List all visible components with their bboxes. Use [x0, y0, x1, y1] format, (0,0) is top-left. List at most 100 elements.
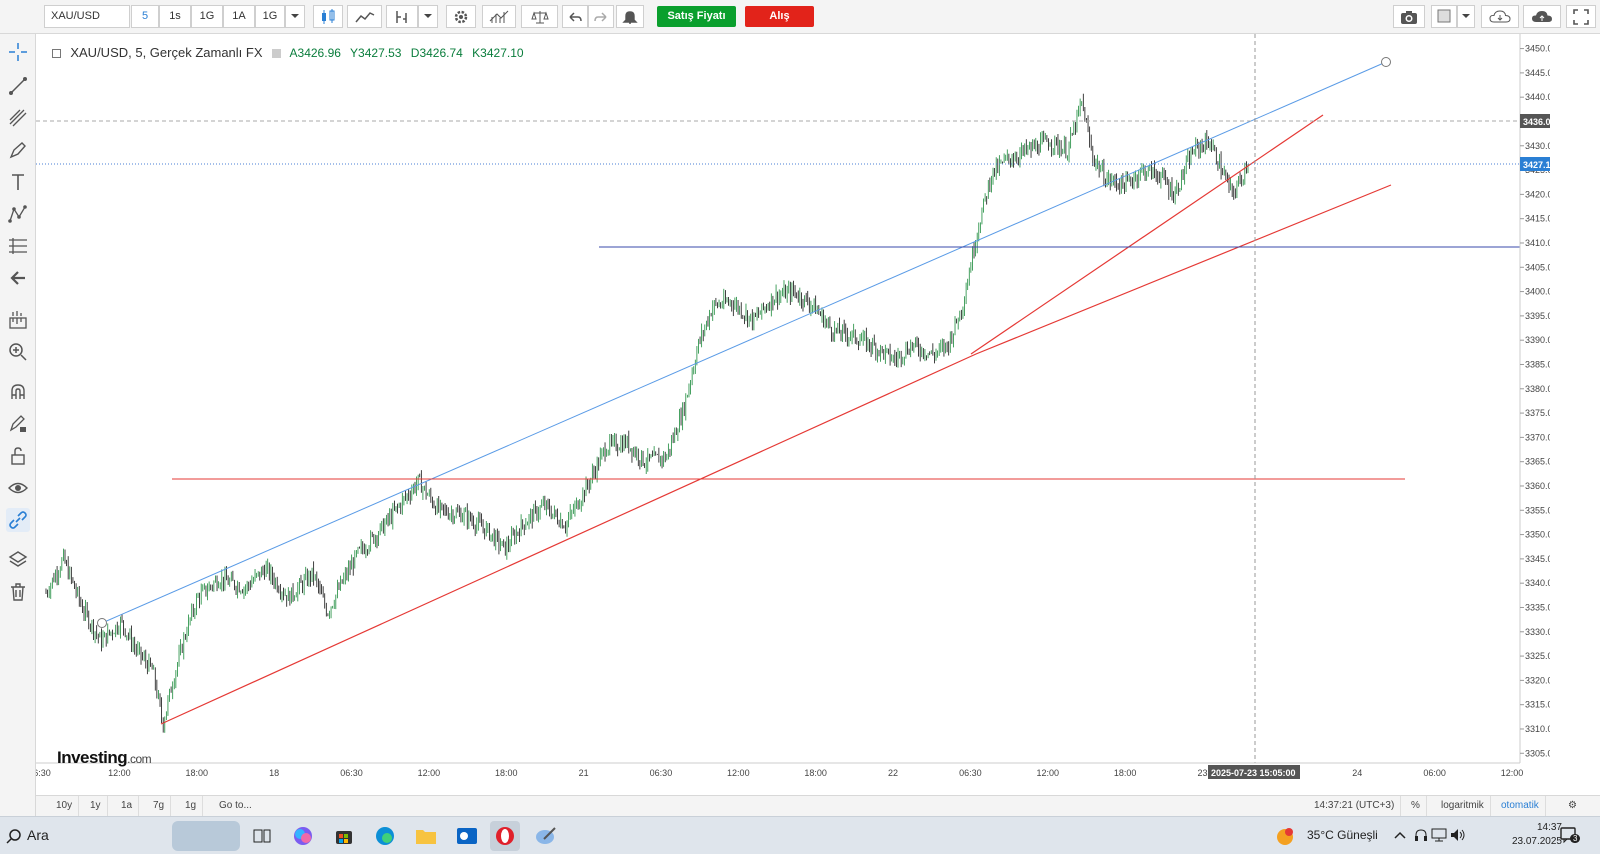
symbol-input[interactable]: XAU/USD	[44, 5, 130, 28]
store-icon[interactable]	[329, 821, 359, 851]
undo-icon[interactable]	[562, 5, 588, 28]
range-1y[interactable]: 1y	[84, 796, 108, 816]
range-7g[interactable]: 7g	[147, 796, 172, 816]
pitchfork-icon[interactable]	[6, 106, 30, 130]
time-tick-label: 12:00	[108, 768, 131, 778]
candles-icon[interactable]	[313, 5, 343, 28]
price-tick-label: 3410.00	[1525, 238, 1550, 248]
candle-series	[45, 93, 1249, 733]
layout-dropdown[interactable]	[1457, 5, 1475, 28]
layout-square-icon[interactable]	[1431, 5, 1457, 28]
trend-channel-upper-line[interactable]	[101, 61, 1387, 624]
arrow-left-icon[interactable]	[6, 266, 30, 290]
lock-icon[interactable]	[6, 444, 30, 468]
interval-1s[interactable]: 1s	[159, 5, 191, 28]
time-axis[interactable]: 6:30 12:00 18:00 18 06:30 12:00 18:00 21 06:30 12…	[36, 768, 1523, 778]
layers-icon[interactable]	[6, 548, 30, 572]
edge-icon[interactable]	[370, 821, 400, 851]
percent-toggle[interactable]: %	[1405, 796, 1427, 816]
weather-text[interactable]: 35°C Güneşli	[1307, 828, 1378, 842]
time-tick-label: 22	[888, 768, 898, 778]
range-1a[interactable]: 1a	[115, 796, 140, 816]
time-tick-label: 23	[1198, 768, 1208, 778]
trendline-icon[interactable]	[6, 74, 30, 98]
price-tick-label: 3375.00	[1525, 408, 1550, 418]
weather-sun-icon[interactable]	[1275, 827, 1295, 847]
sell-button[interactable]: Satış Fiyatı	[657, 6, 736, 27]
range-1g[interactable]: 1g	[179, 796, 204, 816]
price-tick-label: 3340.00	[1525, 578, 1550, 588]
price-tick-label: 3325.00	[1525, 651, 1550, 661]
interval-1g[interactable]: 1G	[191, 5, 223, 28]
crosshair-icon[interactable]	[6, 40, 30, 64]
opera-icon[interactable]	[490, 821, 520, 851]
support-trendline[interactable]	[160, 184, 1392, 725]
pencil-lock-icon[interactable]	[6, 412, 30, 436]
compare-scale-icon[interactable]	[521, 5, 558, 28]
top-toolbar: XAU/USD 5 1s 1G 1A 1G Satış Fiyatı Alış	[0, 0, 1600, 34]
trendline-anchor-end[interactable]	[1381, 57, 1391, 67]
price-tick-label: 3365.00	[1525, 457, 1550, 467]
chart-settings-gear-icon[interactable]: ⚙	[1562, 796, 1583, 816]
notification-bell-icon[interactable]: 3	[1560, 826, 1584, 846]
paint-icon[interactable]	[531, 821, 561, 851]
cloud-upload-icon[interactable]	[1523, 5, 1561, 28]
pattern-icon[interactable]	[6, 202, 30, 226]
interval-5[interactable]: 5	[131, 5, 159, 28]
magnet-icon[interactable]	[6, 380, 30, 404]
investing-logo: Investing.com	[57, 748, 152, 767]
price-tick-label: 3320.00	[1525, 675, 1550, 685]
legend-low: D3426.74	[410, 46, 463, 60]
price-tick-label: 3430.00	[1525, 141, 1550, 151]
camera-icon[interactable]	[1393, 5, 1425, 28]
brush-icon[interactable]	[6, 138, 30, 162]
range-10y[interactable]: 10y	[50, 796, 80, 816]
fib-retracement-icon[interactable]	[6, 234, 30, 258]
taskbar-clock[interactable]: 14:37 23.07.2025	[1512, 821, 1562, 849]
ruler-measure-icon[interactable]	[6, 308, 30, 332]
copilot-icon[interactable]	[288, 821, 318, 851]
outlook-icon[interactable]	[452, 821, 482, 851]
file-explorer-icon[interactable]	[411, 821, 441, 851]
price-chart[interactable]: 3450.003445.003440.003435.003430.003425.…	[36, 34, 1550, 782]
legend-high: Y3427.53	[350, 46, 402, 60]
log-scale-toggle[interactable]: logaritmik	[1435, 796, 1491, 816]
widget-image[interactable]	[172, 821, 240, 851]
last-price-label: 3427.10	[1523, 160, 1550, 170]
eye-icon[interactable]	[6, 476, 30, 500]
interval-1g-2[interactable]: 1G	[255, 5, 285, 28]
trash-icon[interactable]	[6, 580, 30, 604]
settings-gear-icon[interactable]	[446, 5, 476, 28]
legend-settings-icon[interactable]	[271, 49, 281, 59]
indicators-icon[interactable]	[386, 5, 418, 28]
taskbar-search[interactable]: Ara	[27, 827, 49, 843]
chart-type-dropdown[interactable]	[418, 5, 438, 28]
goto-button[interactable]: Go to...	[213, 796, 258, 816]
chevron-up-icon[interactable]	[1394, 830, 1406, 840]
interval-1a[interactable]: 1A	[223, 5, 255, 28]
link-icon[interactable]	[6, 508, 30, 532]
speaker-icon[interactable]	[1450, 828, 1466, 842]
drawings-layer	[97, 57, 1550, 725]
fullscreen-icon[interactable]	[1566, 5, 1596, 28]
price-tick-label: 3360.00	[1525, 481, 1550, 491]
price-tick-label: 3315.00	[1525, 700, 1550, 710]
redo-icon[interactable]	[588, 5, 614, 28]
text-tool-icon[interactable]	[6, 170, 30, 194]
task-view-icon[interactable]	[247, 821, 277, 851]
time-tick-label: 06:30	[650, 768, 673, 778]
interval-dropdown[interactable]	[285, 5, 305, 28]
line-chart-icon[interactable]	[347, 5, 382, 28]
network-icon[interactable]	[1431, 828, 1447, 842]
trendline-anchor-start[interactable]	[97, 618, 107, 628]
search-icon[interactable]	[6, 828, 22, 844]
legend-collapse-icon[interactable]	[52, 49, 61, 59]
headset-icon[interactable]	[1414, 828, 1428, 842]
buy-button[interactable]: Alış	[745, 6, 814, 27]
time-tick-label: 18:00	[1114, 768, 1137, 778]
cloud-download-icon[interactable]	[1481, 5, 1519, 28]
bars-icon[interactable]	[482, 5, 516, 28]
auto-scale-toggle[interactable]: otomatik	[1495, 796, 1546, 816]
alert-bell-icon[interactable]	[616, 5, 644, 28]
zoom-in-icon[interactable]	[6, 340, 30, 364]
